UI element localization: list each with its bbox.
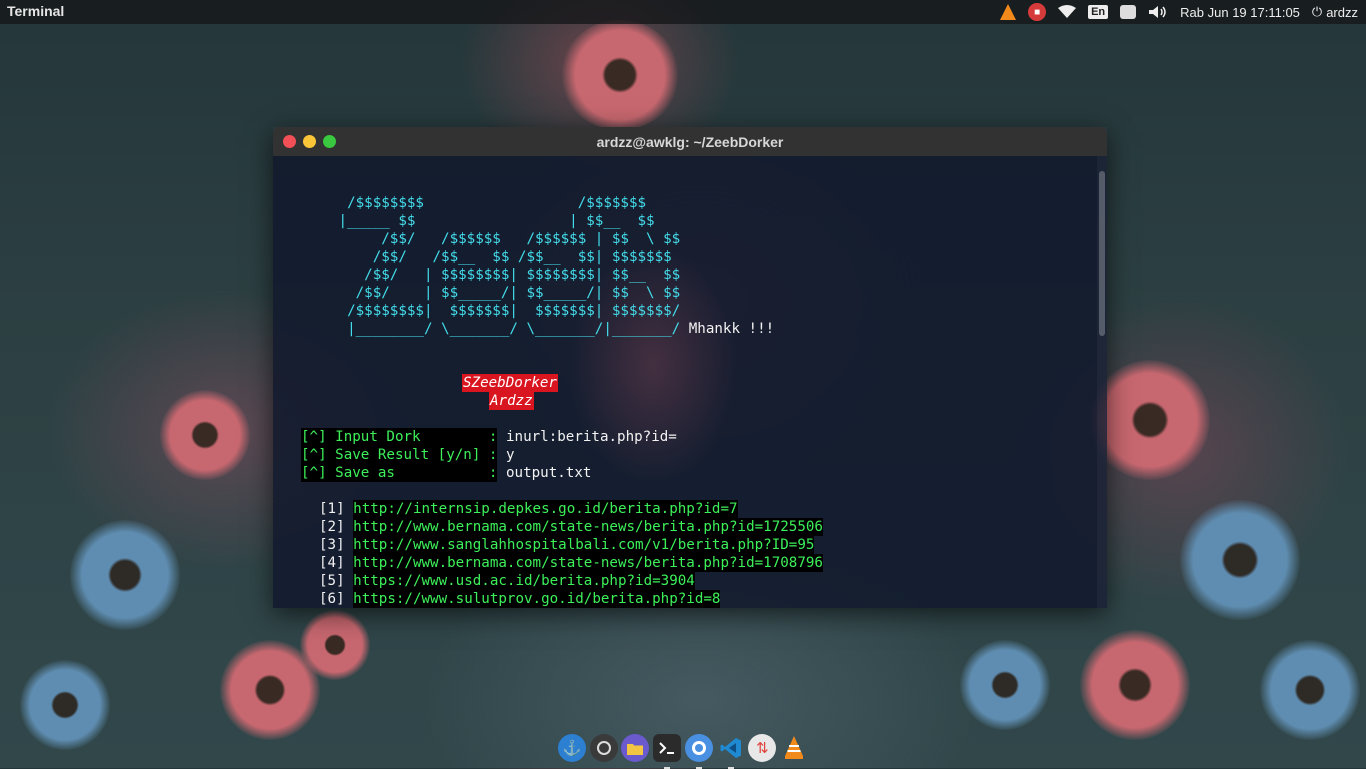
- wallpaper-flower: [560, 20, 680, 130]
- user-name: ardzz: [1326, 4, 1358, 20]
- vlc-tray-icon[interactable]: [1000, 0, 1017, 24]
- ascii-line: |________/ \_______/ \_______/|_______/: [330, 321, 689, 337]
- power-icon: ⏻: [1311, 4, 1323, 19]
- notification-icon[interactable]: [1120, 0, 1137, 24]
- dock: ⚓ ⇅: [556, 728, 810, 769]
- ascii-line: /$$/ | $$$$$$$$| $$$$$$$$| $$__ $$: [330, 267, 681, 283]
- clock[interactable]: Rab Jun 19 17:11:05: [1180, 0, 1300, 24]
- terminal-output[interactable]: /$$$$$$$$ /$$$$$$$ |_____ $$ | $$__ $$ /…: [273, 156, 1107, 608]
- minimize-button[interactable]: [303, 135, 316, 148]
- prompt-value: output.txt: [497, 465, 592, 481]
- folder-icon[interactable]: [621, 734, 650, 762]
- keyboard-layout-indicator[interactable]: En: [1088, 0, 1109, 24]
- result-row: [2] http://www.bernama.com/state-news/be…: [319, 518, 823, 536]
- active-app-title[interactable]: Terminal: [7, 3, 64, 19]
- prompt-label: [^] Input Dork :: [301, 428, 498, 446]
- close-button[interactable]: [283, 135, 296, 148]
- credit-author: Ardzz: [489, 392, 534, 410]
- circle-icon[interactable]: [589, 734, 618, 762]
- result-row: [1] http://internsip.depkes.go.id/berita…: [319, 500, 738, 518]
- prompt-value: y: [497, 447, 515, 463]
- wifi-icon[interactable]: [1058, 0, 1077, 24]
- result-url: https://www.usd.ac.id/berita.php?id=3904: [353, 572, 695, 590]
- ascii-banner: /$$$$$$$$ /$$$$$$$ |_____ $$ | $$__ $$ /…: [330, 194, 775, 338]
- wallpaper-flower: [300, 610, 370, 680]
- wallpaper-flower: [20, 660, 110, 750]
- scrollbar-thumb[interactable]: [1099, 171, 1105, 336]
- vlc-icon[interactable]: [780, 734, 808, 762]
- wallpaper-flower: [220, 640, 320, 740]
- ascii-line: |_____ $$ | $$__ $$: [330, 213, 655, 229]
- result-number: [5]: [319, 573, 354, 589]
- ascii-line: /$$$$$$$$| $$$$$$$| $$$$$$$| $$$$$$$/: [330, 303, 681, 319]
- wallpaper-flower: [1090, 360, 1210, 480]
- result-row: [4] http://www.bernama.com/state-news/be…: [319, 554, 823, 572]
- wallpaper-flower: [1080, 630, 1190, 740]
- result-url: http://www.bernama.com/state-news/berita…: [353, 554, 823, 572]
- system-tray: ■ En Rab Jun 19 17:11:05 ⏻ ardzz: [994, 0, 1366, 24]
- result-url: http://www.bernama.com/state-news/berita…: [353, 518, 823, 536]
- ascii-line: /$$/ | $$_____/| $$_____/| $$ \ $$: [330, 285, 681, 301]
- wallpaper-flower: [960, 640, 1050, 730]
- result-number: [4]: [319, 555, 354, 571]
- ascii-line: /$$/ /$$__ $$ /$$__ $$| $$$$$$$: [330, 249, 681, 265]
- volume-icon[interactable]: [1148, 0, 1168, 24]
- result-url: https://www.sulutprov.go.id/berita.php?i…: [353, 590, 721, 608]
- result-number: [6]: [319, 591, 354, 607]
- wallpaper-flower: [1260, 640, 1360, 740]
- ascii-tagline: Mhankk !!!: [688, 321, 775, 337]
- keyboard-layout-label: En: [1088, 5, 1109, 19]
- ascii-line: /$$/ /$$$$$$ /$$$$$$ | $$ \ $$: [330, 231, 681, 247]
- result-number: [3]: [319, 537, 354, 553]
- result-url: http://www.sanglahhospitalbali.com/v1/be…: [353, 536, 815, 554]
- result-number: [1]: [319, 501, 354, 517]
- window-titlebar[interactable]: ardzz@awklg: ~/ZeebDorker: [273, 127, 1107, 156]
- browser-icon[interactable]: [684, 734, 713, 769]
- vscode-icon[interactable]: [717, 734, 745, 769]
- maximize-button[interactable]: [323, 135, 336, 148]
- prompt-input-dork: [^] Input Dork : inurl:berita.php?id=: [301, 428, 677, 446]
- ascii-line: /$$$$$$$$ /$$$$$$$: [330, 195, 655, 211]
- terminal-scrollbar[interactable]: [1097, 156, 1107, 608]
- terminal-window: ardzz@awklg: ~/ZeebDorker /$$$$$$$$ /$$$…: [273, 127, 1107, 608]
- top-panel: Terminal ■ En Rab Jun 19 17:11:05 ⏻ ardz…: [0, 0, 1366, 24]
- transfer-icon[interactable]: ⇅: [748, 734, 777, 762]
- wallpaper-flower: [160, 390, 250, 480]
- result-row: [3] http://www.sanglahhospitalbali.com/v…: [319, 536, 815, 554]
- user-menu[interactable]: ⏻ ardzz: [1312, 0, 1358, 24]
- credit-tool-name: SZeebDorker: [462, 374, 558, 392]
- wallpaper-flower: [1180, 500, 1300, 620]
- prompt-label: [^] Save Result [y/n] :: [301, 446, 498, 464]
- result-row: [5] https://www.usd.ac.id/berita.php?id=…: [319, 572, 695, 590]
- result-url: http://internsip.depkes.go.id/berita.php…: [353, 500, 738, 518]
- prompt-label: [^] Save as :: [301, 464, 498, 482]
- result-row: [6] https://www.sulutprov.go.id/berita.p…: [319, 590, 721, 608]
- prompt-save-as: [^] Save as : output.txt: [301, 464, 591, 482]
- wallpaper-flower: [70, 520, 180, 630]
- result-number: [2]: [319, 519, 354, 535]
- prompt-save-result: [^] Save Result [y/n] : y: [301, 446, 515, 464]
- terminal-icon[interactable]: [653, 734, 682, 769]
- anchor-icon[interactable]: ⚓: [557, 734, 586, 762]
- record-tray-icon[interactable]: ■: [1028, 0, 1047, 24]
- prompt-value: inurl:berita.php?id=: [497, 429, 677, 445]
- window-title: ardzz@awklg: ~/ZeebDorker: [596, 133, 784, 150]
